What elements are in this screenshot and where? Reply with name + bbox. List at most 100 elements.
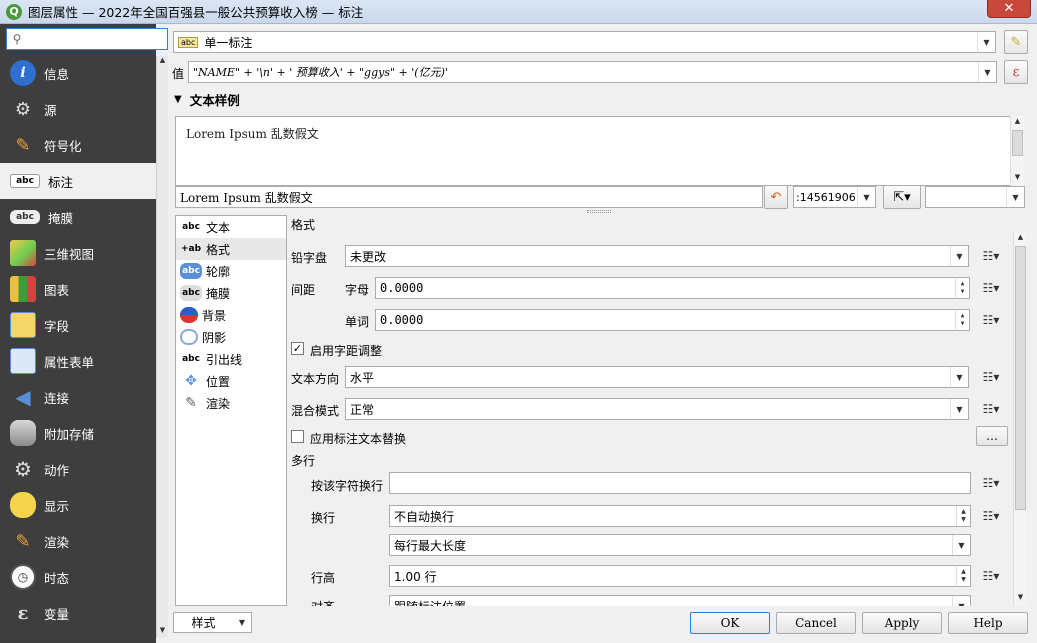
label-tool-icon: ✎ (1010, 34, 1022, 50)
data-defined-override-icon[interactable]: ☷▾ (978, 473, 1004, 493)
scroll-down-icon[interactable]: ▼ (1014, 593, 1027, 605)
sidebar-scrollbar[interactable]: ▲ ▼ (156, 56, 168, 638)
alignment-select[interactable]: 跟随标注位置 ▼ (389, 595, 971, 606)
subnav-item-placement[interactable]: ✥ 位置 (176, 370, 286, 392)
blend-mode-select[interactable]: 正常 ▼ (345, 398, 969, 420)
scroll-thumb[interactable] (1015, 246, 1026, 510)
sidebar-item-attributes-form[interactable]: 属性表单 (0, 343, 156, 379)
scroll-down-icon[interactable]: ▼ (1011, 173, 1024, 185)
sidebar-item-variables[interactable]: ε 变量 (0, 595, 156, 631)
scroll-down-icon[interactable]: ▼ (157, 626, 168, 638)
sample-text-input[interactable]: Lorem Ipsum 乱数假文 (175, 186, 763, 208)
sidebar-item-diagrams[interactable]: 图表 (0, 271, 156, 307)
epsilon-icon: ε (1012, 64, 1020, 80)
sidebar-item-information[interactable]: i 信息 (0, 55, 156, 91)
labels-icon: abc (10, 174, 40, 188)
typecase-select[interactable]: 未更改 ▼ (345, 245, 969, 267)
zoom-to-scale-button[interactable]: ⇱▾ (883, 185, 921, 209)
style-menu-button[interactable]: 样式 ▼ (173, 612, 252, 633)
sidebar-item-mask[interactable]: abc 掩膜 (0, 199, 156, 235)
rendering-icon: ✎ (185, 395, 197, 411)
sidebar-item-rendering[interactable]: ✎ 渲染 (0, 523, 156, 559)
chevron-down-icon: ▼ (977, 32, 995, 52)
sidebar-item-3d-view[interactable]: 三维视图 (0, 235, 156, 271)
format-panel-scrollbar[interactable]: ▲ ▼ (1013, 232, 1027, 606)
kerning-checkbox[interactable]: ✓ (291, 342, 304, 355)
subnav-item-shadow[interactable]: 阴影 (176, 326, 286, 348)
scroll-up-icon[interactable]: ▲ (1014, 233, 1027, 245)
sidebar-item-display[interactable]: 显示 (0, 487, 156, 523)
sidebar-item-label: 源 (44, 102, 57, 118)
scroll-up-icon[interactable]: ▲ (1011, 117, 1024, 129)
direction-select[interactable]: 水平 ▼ (345, 366, 969, 388)
spin-arrows-icon[interactable]: ▲ ▼ (955, 310, 969, 330)
source-icon: ⚙ (14, 98, 32, 120)
search-input[interactable] (27, 32, 157, 46)
cancel-button[interactable]: Cancel (776, 612, 856, 634)
background-color-select[interactable]: ▼ (925, 186, 1025, 208)
data-defined-override-icon[interactable]: ☷▾ (978, 278, 1004, 298)
sample-scrollbar[interactable]: ▲ ▼ (1010, 116, 1024, 186)
data-defined-override-icon[interactable]: ☷▾ (978, 310, 1004, 330)
sidebar-item-symbology[interactable]: ✎ 符号化 (0, 127, 156, 163)
ok-label: OK (720, 616, 740, 630)
splitter-handle[interactable] (587, 210, 611, 213)
reset-sample-button[interactable]: ↶ (764, 185, 788, 209)
qgis-logo-icon: Q (6, 3, 22, 20)
chevron-down-icon: ▼ (857, 187, 875, 207)
text-sample-header[interactable]: ▼ 文本样例 (174, 90, 240, 109)
subnav-item-text[interactable]: abc 文本 (176, 216, 286, 238)
sidebar-item-label: 图表 (44, 282, 70, 298)
value-expression-field[interactable]: "NAME" + '\n' + ' 预算收入' + "ggys" + '(亿元)… (188, 61, 997, 83)
expression-builder-button[interactable]: ε (1004, 60, 1028, 84)
scroll-up-icon[interactable]: ▲ (157, 56, 168, 68)
spin-arrows-icon[interactable]: ▲ ▼ (955, 278, 969, 298)
label-toolbar-button[interactable]: ✎ (1004, 30, 1028, 54)
substitution-checkbox[interactable] (291, 430, 304, 443)
sidebar-item-labels[interactable]: abc 标注 (0, 163, 156, 199)
wrap-mode-select[interactable]: 每行最大长度 ▼ (389, 534, 971, 556)
apply-button[interactable]: Apply (862, 612, 942, 634)
substitution-settings-button[interactable]: … (976, 426, 1008, 446)
sidebar-item-temporal[interactable]: ◷ 时态 (0, 559, 156, 595)
value-expression-text: "NAME" + '\n' + ' 预算收入' + "ggys" + '(亿元)… (193, 66, 448, 79)
sidebar-item-source[interactable]: ⚙ 源 (0, 91, 156, 127)
data-defined-override-icon[interactable]: ☷▾ (978, 506, 1004, 526)
subnav-item-formatting[interactable]: +ab 格式 (176, 238, 286, 260)
subnav-item-buffer[interactable]: abc 轮廓 (176, 260, 286, 282)
spacing-label: 间距 (291, 283, 316, 297)
letter-spacing-input[interactable]: 0.0000 ▲ ▼ (375, 277, 970, 299)
data-defined-override-icon[interactable]: ☷▾ (978, 246, 1004, 266)
scale-select[interactable]: :14561906 ▼ (793, 186, 876, 208)
search-box[interactable]: ⚲ (6, 28, 168, 50)
help-button[interactable]: Help (948, 612, 1028, 634)
wrap-char-input[interactable] (389, 472, 971, 494)
kerning-label: 启用字距调整 (310, 344, 383, 358)
subnav-item-label: 掩膜 (206, 286, 231, 301)
wrap-char-label: 按该字符换行 (311, 479, 384, 493)
spin-arrows-icon[interactable]: ▲ ▼ (956, 506, 970, 526)
data-defined-override-icon[interactable]: ☷▾ (978, 566, 1004, 586)
data-defined-override-icon[interactable]: ☷▾ (978, 399, 1004, 419)
letter-spacing-value: 0.0000 (380, 281, 424, 295)
close-button[interactable]: ✕ (987, 0, 1031, 18)
line-height-input[interactable]: 1.00 行 ▲ ▼ (389, 565, 971, 587)
scroll-thumb[interactable] (1012, 130, 1023, 156)
text-badge-icon: abc (182, 222, 200, 232)
subnav-item-rendering[interactable]: ✎ 渲染 (176, 392, 286, 414)
chevron-down-icon: ▼ (978, 62, 996, 82)
word-spacing-input[interactable]: 0.0000 ▲ ▼ (375, 309, 970, 331)
ok-button[interactable]: OK (690, 612, 770, 634)
sidebar-item-joins[interactable]: ◀ 连接 (0, 379, 156, 415)
subnav-item-mask[interactable]: abc 掩膜 (176, 282, 286, 304)
wrap-length-input[interactable]: 不自动换行 ▲ ▼ (389, 505, 971, 527)
subnav-item-callouts[interactable]: abc 引出线 (176, 348, 286, 370)
spin-arrows-icon[interactable]: ▲ ▼ (956, 566, 970, 586)
subnav-item-background[interactable]: 背景 (176, 304, 286, 326)
sidebar-item-fields[interactable]: 字段 (0, 307, 156, 343)
sidebar-item-actions[interactable]: ⚙ 动作 (0, 451, 156, 487)
data-defined-override-icon[interactable]: ☷▾ (978, 367, 1004, 387)
sidebar-item-auxiliary-storage[interactable]: 附加存储 (0, 415, 156, 451)
chevron-down-icon: ▼ (952, 596, 970, 606)
label-mode-select[interactable]: abc 单一标注 ▼ (173, 31, 996, 53)
